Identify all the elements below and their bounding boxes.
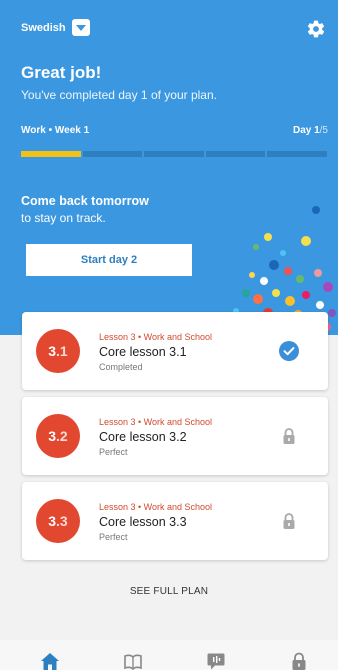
see-full-plan-link[interactable]: SEE FULL PLAN	[0, 586, 338, 597]
lock-icon	[283, 428, 295, 444]
lesson-number-badge: 3.2	[36, 414, 80, 458]
lesson-kicker: Lesson 3 • Work and School	[99, 502, 213, 512]
language-label: Swedish	[21, 21, 66, 34]
badge-main: 3	[48, 343, 57, 359]
lesson-title: Core lesson 3.2	[99, 430, 187, 444]
badge-sub: .2	[56, 428, 68, 444]
lesson-title: Core lesson 3.1	[99, 345, 187, 359]
lesson-status: Completed	[99, 362, 143, 372]
day-current: 1	[314, 125, 320, 136]
check-circle-icon	[279, 341, 299, 361]
lesson-status: Perfect	[99, 532, 128, 542]
lesson-title: Core lesson 3.3	[99, 515, 187, 529]
lesson-card-3-2[interactable]: 3.2 Lesson 3 • Work and School Core less…	[22, 397, 328, 475]
plan-progress-bar	[21, 151, 327, 157]
lesson-status: Perfect	[99, 447, 128, 457]
progress-segment	[205, 151, 266, 157]
day-prefix: Day	[292, 125, 315, 136]
week-label: Work • Week 1	[21, 125, 90, 136]
badge-sub: .3	[56, 513, 68, 529]
book-icon[interactable]	[123, 652, 143, 670]
chat-icon[interactable]	[206, 652, 226, 670]
lock-icon[interactable]	[289, 652, 309, 670]
progress-segment	[144, 151, 204, 157]
lesson-number-badge: 3.3	[36, 499, 80, 543]
progress-segment	[21, 151, 81, 157]
lesson-card-3-1[interactable]: 3.1 Lesson 3 • Work and School Core less…	[22, 312, 328, 390]
badge-main: 3	[48, 428, 57, 444]
lesson-card-3-3[interactable]: 3.3 Lesson 3 • Work and School Core less…	[22, 482, 328, 560]
day-counter: Day 1/5	[293, 125, 328, 136]
badge-sub: .1	[56, 343, 68, 359]
day-total: /5	[319, 125, 328, 136]
lesson-kicker: Lesson 3 • Work and School	[99, 417, 213, 427]
gear-icon[interactable]	[306, 19, 326, 39]
language-selector[interactable]: Swedish	[21, 19, 90, 36]
lock-icon	[283, 513, 295, 529]
comeback-title: Come back tomorrow	[21, 194, 149, 208]
bottom-tab-bar	[0, 640, 338, 670]
lesson-number-badge: 3.1	[36, 329, 80, 373]
page-title: Great job!	[21, 63, 102, 82]
lesson-kicker: Lesson 3 • Work and School	[99, 332, 213, 342]
chevron-down-icon	[71, 19, 90, 36]
hero-section: Swedish Great job! You've completed day …	[0, 0, 338, 335]
page-subtitle: You've completed day 1 of your plan.	[21, 88, 217, 102]
start-day-button[interactable]: Start day 2	[26, 244, 192, 276]
comeback-subtitle: to stay on track.	[21, 211, 106, 225]
progress-segment	[82, 151, 143, 157]
badge-main: 3	[48, 513, 57, 529]
home-icon[interactable]	[40, 652, 60, 670]
progress-segment	[267, 151, 327, 157]
